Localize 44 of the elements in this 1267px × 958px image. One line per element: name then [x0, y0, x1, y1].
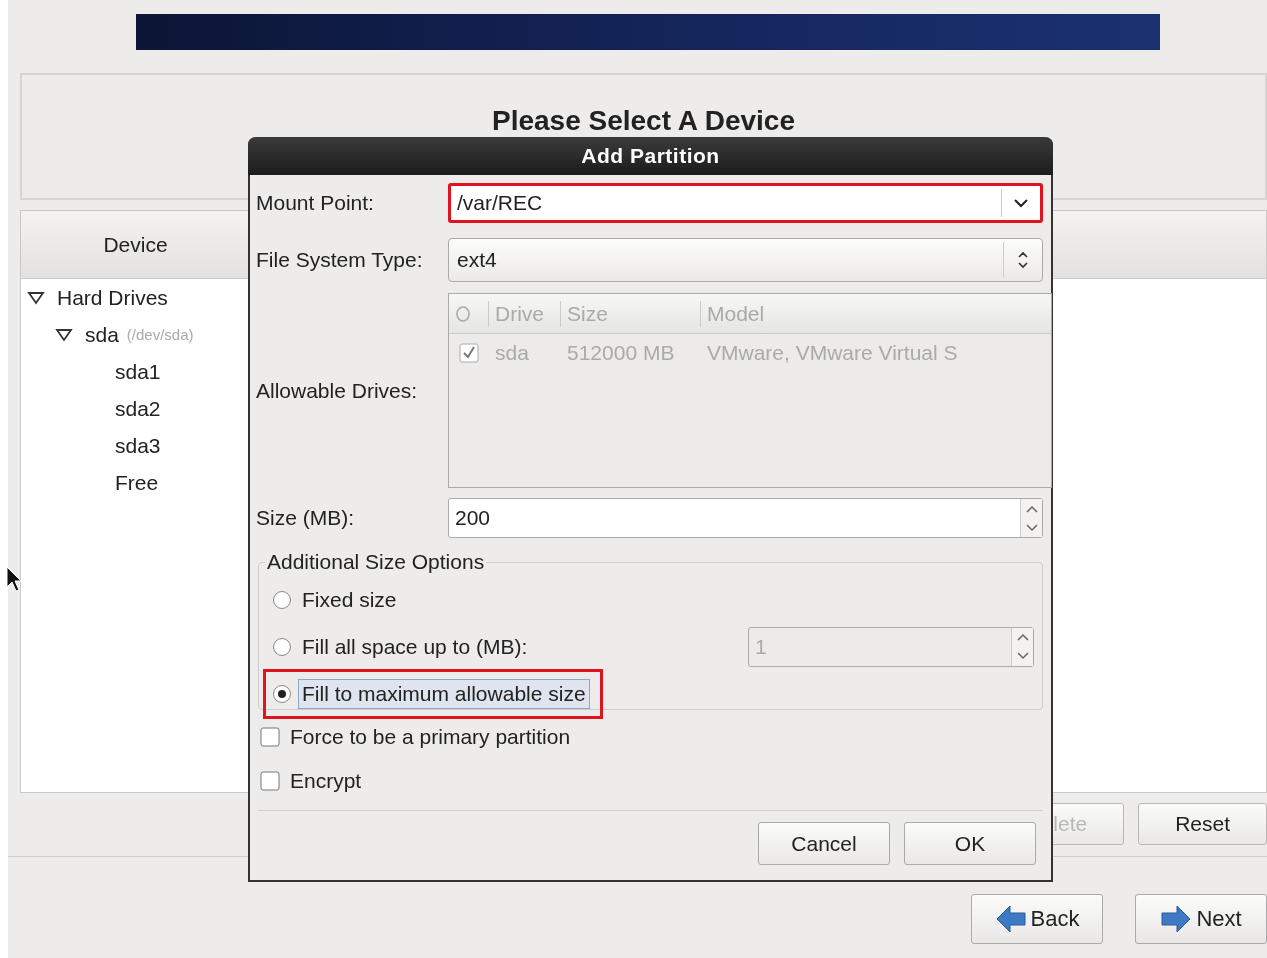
tree-item[interactable]: Hard Drives [57, 285, 168, 310]
field-label: Size (MB): [256, 506, 355, 530]
tree-item[interactable]: Free [115, 470, 159, 495]
field-label: Mount Point: [256, 191, 375, 215]
table-cell-text: VMware, VMware Virtual S [706, 341, 959, 365]
radio-label[interactable]: Fill to maximum allowable size [298, 678, 590, 709]
checkbox-label[interactable]: Force to be a primary partition [290, 725, 571, 749]
spin-up-icon[interactable] [1025, 504, 1038, 513]
table-cell-text: sda [494, 341, 530, 365]
field-label: Allowable Drives: [256, 378, 419, 403]
spin-down-icon[interactable] [1025, 523, 1038, 532]
mount-point-combo[interactable]: /var/REC [448, 183, 1043, 223]
radio-label[interactable]: Fixed size [298, 584, 401, 615]
next-button[interactable]: Next [1135, 894, 1267, 944]
expanded-triangle-icon[interactable] [27, 290, 45, 305]
size-spinner[interactable]: 200 [448, 498, 1043, 538]
file-system-dropdown[interactable]: ext4 [448, 238, 1043, 282]
tree-item[interactable]: sda2 [115, 396, 161, 421]
checkbox-label[interactable]: Encrypt [290, 769, 362, 793]
radio-button[interactable] [272, 589, 292, 610]
checkbox[interactable] [260, 771, 280, 791]
radio-button[interactable] [272, 636, 292, 657]
left-arrow-icon [994, 904, 1027, 934]
cancel-button[interactable]: Cancel [758, 822, 890, 865]
device-path: (/dev/sda) [126, 326, 194, 343]
radio-button[interactable] [272, 683, 292, 704]
right-arrow-icon [1160, 904, 1193, 934]
radio-label[interactable]: Fill all space up to (MB): [298, 631, 532, 662]
page-heading: Please Select A Device [492, 105, 795, 137]
table-cell-text: 512000 MB [566, 341, 676, 365]
tree-item[interactable]: sda3 [115, 433, 161, 458]
tree-item[interactable]: sda1 [115, 359, 161, 384]
tree-item[interactable]: sda [85, 322, 119, 347]
chevron-down-icon [1013, 198, 1029, 208]
field-label: File System Type: [256, 248, 424, 272]
back-button[interactable]: Back [971, 894, 1103, 944]
group-legend: Additional Size Options [265, 550, 487, 574]
checkbox[interactable] [260, 727, 280, 747]
expanded-triangle-icon[interactable] [55, 327, 73, 342]
up-down-icon [1017, 250, 1029, 270]
circle-icon [455, 304, 471, 323]
action-button[interactable]: Reset [1138, 803, 1267, 845]
ok-button[interactable]: OK [904, 822, 1036, 865]
dialog-title: Add Partition [248, 137, 1053, 175]
